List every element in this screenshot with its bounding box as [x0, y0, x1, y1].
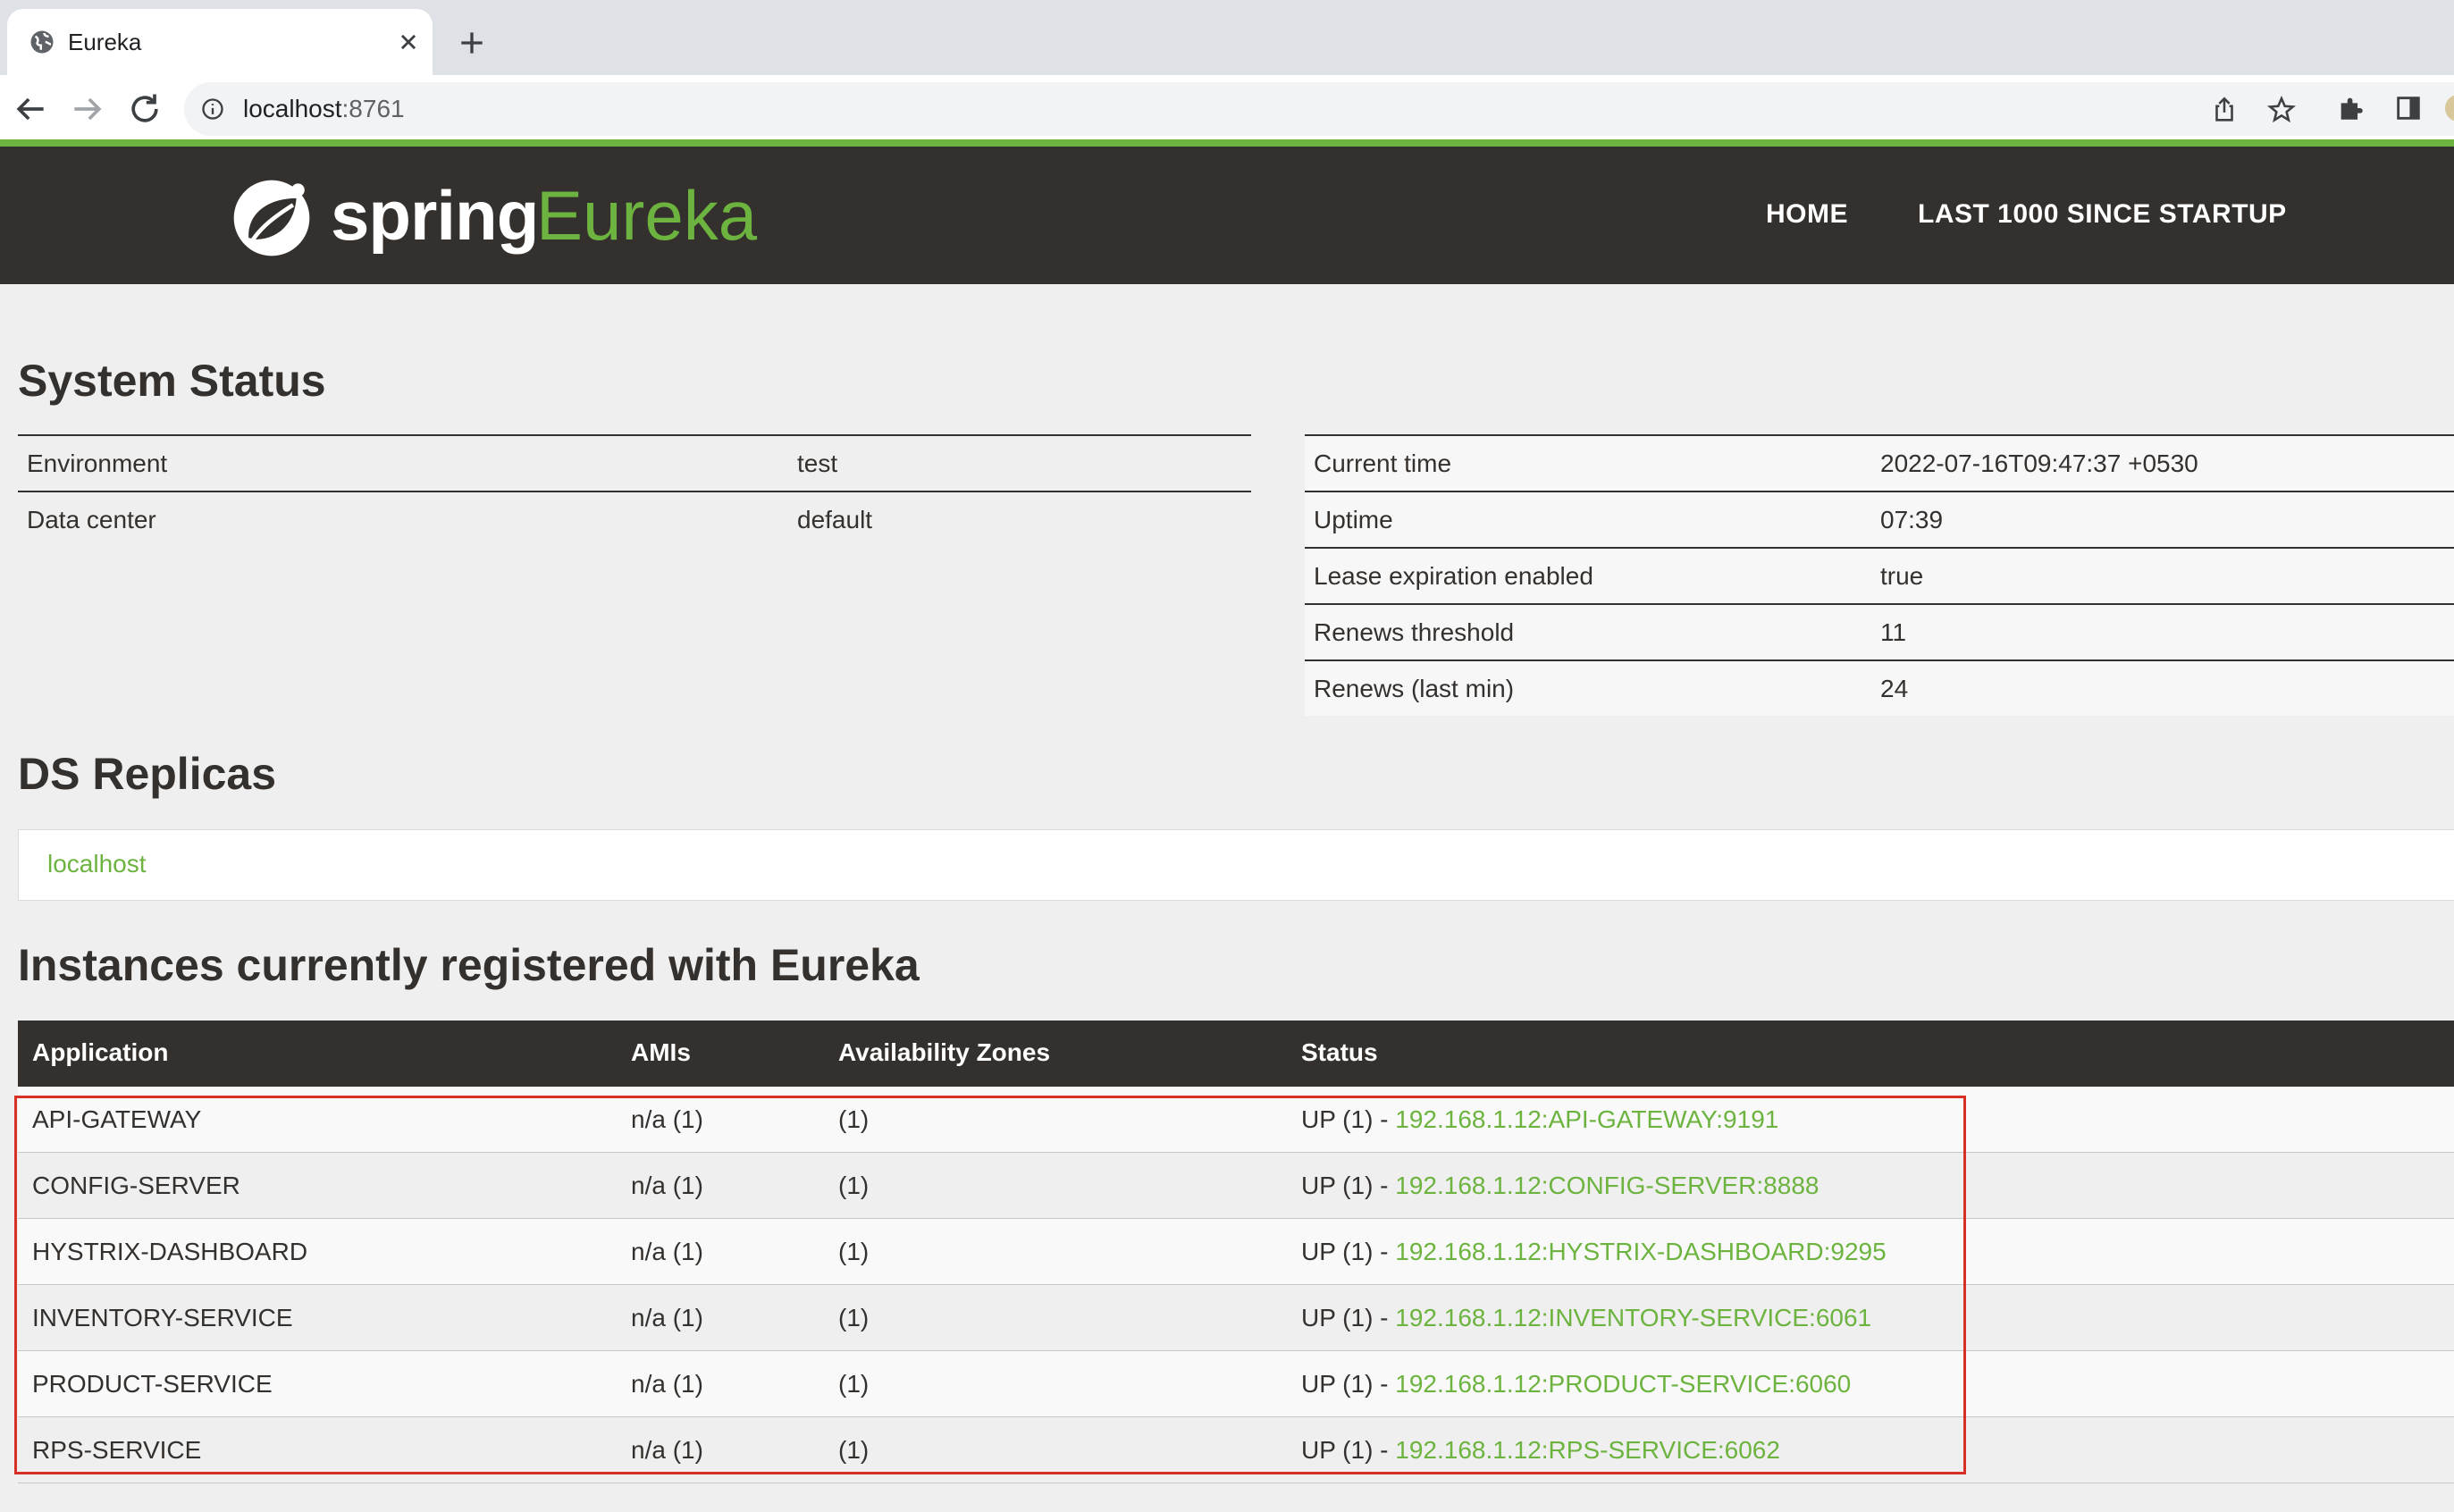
zones-value: (1) — [838, 1105, 870, 1133]
amis-value: n/a (1) — [631, 1238, 703, 1265]
accent-bar — [0, 139, 2454, 147]
status-cell: UP (1) - 192.168.1.12:CONFIG-SERVER:8888 — [1301, 1172, 1819, 1199]
app-name: API-GATEWAY — [32, 1105, 202, 1133]
app-name: CONFIG-SERVER — [32, 1172, 240, 1199]
app-name: INVENTORY-SERVICE — [32, 1304, 293, 1331]
table-row: PRODUCT-SERVICE n/a (1) (1) UP (1) - 192… — [18, 1351, 2454, 1417]
close-tab-icon[interactable] — [393, 27, 424, 57]
status-cell: UP (1) - 192.168.1.12:API-GATEWAY:9191 — [1301, 1105, 1779, 1133]
share-icon[interactable] — [2209, 95, 2240, 125]
nav-home-link[interactable]: HOME — [1766, 198, 1848, 231]
status-value: 2022-07-16T09:47:37 +0530 — [1871, 434, 2454, 491]
browser-tab[interactable]: Eureka — [7, 9, 433, 75]
ds-replicas-panel: localhost — [18, 829, 2454, 901]
status-row-uptime: Uptime 07:39 — [1305, 491, 2454, 548]
instances-table-body: API-GATEWAY n/a (1) (1) UP (1) - 192.168… — [18, 1087, 2454, 1483]
browser-tab-strip: Eureka — [0, 0, 2454, 75]
reload-icon[interactable] — [125, 89, 164, 129]
address-bar[interactable]: localhost:8761 — [184, 82, 2454, 136]
new-tab-icon[interactable] — [454, 25, 490, 61]
status-cell: UP (1) - 192.168.1.12:INVENTORY-SERVICE:… — [1301, 1304, 1872, 1331]
amis-value: n/a (1) — [631, 1105, 703, 1133]
status-row-renews-threshold: Renews threshold 11 — [1305, 603, 2454, 660]
status-cell: UP (1) - 192.168.1.12:RPS-SERVICE:6062 — [1301, 1436, 1780, 1464]
system-status-right-table: Current time 2022-07-16T09:47:37 +0530 U… — [1305, 434, 2454, 716]
status-value: true — [1871, 547, 2454, 604]
side-panel-icon[interactable] — [2393, 93, 2424, 123]
status-value: 11 — [1871, 603, 2454, 660]
instances-table-header: Application AMIs Availability Zones Stat… — [18, 1021, 2454, 1087]
status-value: default — [788, 491, 1251, 547]
extensions-puzzle-icon[interactable] — [2336, 93, 2366, 123]
site-info-icon[interactable] — [200, 97, 225, 122]
url-text: localhost:8761 — [243, 95, 405, 122]
eureka-navbar: spring Eureka HOME LAST 1000 SINCE START… — [0, 147, 2454, 284]
app-name: RPS-SERVICE — [32, 1436, 202, 1464]
amis-value: n/a (1) — [631, 1436, 703, 1464]
col-header-status: Status — [1301, 1038, 1378, 1066]
instance-link[interactable]: 192.168.1.12:HYSTRIX-DASHBOARD:9295 — [1395, 1238, 1886, 1265]
table-row: API-GATEWAY n/a (1) (1) UP (1) - 192.168… — [18, 1087, 2454, 1153]
status-value: 24 — [1871, 659, 2454, 716]
col-header-availability-zones: Availability Zones — [838, 1038, 1051, 1066]
spring-leaf-icon — [233, 180, 310, 256]
status-label: Current time — [1305, 434, 1871, 491]
table-row: CONFIG-SERVER n/a (1) (1) UP (1) - 192.1… — [18, 1153, 2454, 1219]
browser-toolbar: localhost:8761 — [0, 75, 2454, 143]
table-row: RPS-SERVICE n/a (1) (1) UP (1) - 192.168… — [18, 1417, 2454, 1483]
tab-title: Eureka — [68, 29, 142, 55]
system-status-title: System Status — [18, 356, 326, 406]
zones-value: (1) — [838, 1436, 870, 1464]
status-row-environment: Environment test — [18, 434, 1251, 491]
logo-spring-text: spring — [331, 176, 539, 255]
instances-table: Application AMIs Availability Zones Stat… — [18, 1021, 2454, 1483]
status-label: Data center — [18, 491, 788, 547]
app-name: PRODUCT-SERVICE — [32, 1370, 273, 1398]
back-arrow-icon[interactable] — [11, 89, 50, 129]
status-label: Renews (last min) — [1305, 659, 1871, 716]
status-value: 07:39 — [1871, 491, 2454, 548]
status-cell: UP (1) - 192.168.1.12:PRODUCT-SERVICE:60… — [1301, 1370, 1852, 1398]
instance-link[interactable]: 192.168.1.12:API-GATEWAY:9191 — [1395, 1105, 1778, 1133]
nav-last-1000-link[interactable]: LAST 1000 SINCE STARTUP — [1918, 198, 2287, 231]
zones-value: (1) — [838, 1172, 870, 1199]
logo-eureka-text: Eureka — [536, 176, 758, 255]
status-value: test — [788, 434, 1251, 491]
status-label: Renews threshold — [1305, 603, 1871, 660]
table-row: INVENTORY-SERVICE n/a (1) (1) UP (1) - 1… — [18, 1285, 2454, 1351]
instance-link[interactable]: 192.168.1.12:CONFIG-SERVER:8888 — [1395, 1172, 1819, 1199]
instance-link[interactable]: 192.168.1.12:RPS-SERVICE:6062 — [1395, 1436, 1780, 1464]
status-row-renews-last-min: Renews (last min) 24 — [1305, 659, 2454, 716]
status-label: Uptime — [1305, 491, 1871, 548]
amis-value: n/a (1) — [631, 1172, 703, 1199]
zones-value: (1) — [838, 1238, 870, 1265]
amis-value: n/a (1) — [631, 1304, 703, 1331]
replica-link-localhost[interactable]: localhost — [47, 848, 147, 880]
instances-title: Instances currently registered with Eure… — [18, 940, 920, 990]
col-header-application: Application — [32, 1038, 169, 1066]
globe-icon — [30, 30, 54, 54]
table-row: HYSTRIX-DASHBOARD n/a (1) (1) UP (1) - 1… — [18, 1219, 2454, 1285]
forward-arrow-icon[interactable] — [68, 89, 107, 129]
app-name: HYSTRIX-DASHBOARD — [32, 1238, 308, 1265]
status-row-data-center: Data center default — [18, 491, 1251, 547]
instance-link[interactable]: 192.168.1.12:PRODUCT-SERVICE:6060 — [1395, 1370, 1851, 1398]
zones-value: (1) — [838, 1370, 870, 1398]
status-label: Lease expiration enabled — [1305, 547, 1871, 604]
status-row-lease-expiration: Lease expiration enabled true — [1305, 547, 2454, 604]
col-header-amis: AMIs — [631, 1038, 691, 1066]
instance-link[interactable]: 192.168.1.12:INVENTORY-SERVICE:6061 — [1395, 1304, 1871, 1331]
status-row-current-time: Current time 2022-07-16T09:47:37 +0530 — [1305, 434, 2454, 491]
status-cell: UP (1) - 192.168.1.12:HYSTRIX-DASHBOARD:… — [1301, 1238, 1887, 1265]
amis-value: n/a (1) — [631, 1370, 703, 1398]
bookmark-star-icon[interactable] — [2266, 95, 2297, 125]
status-label: Environment — [18, 434, 788, 491]
zones-value: (1) — [838, 1304, 870, 1331]
system-status-left-table: Environment test Data center default — [18, 434, 1251, 547]
ds-replicas-title: DS Replicas — [18, 749, 277, 799]
